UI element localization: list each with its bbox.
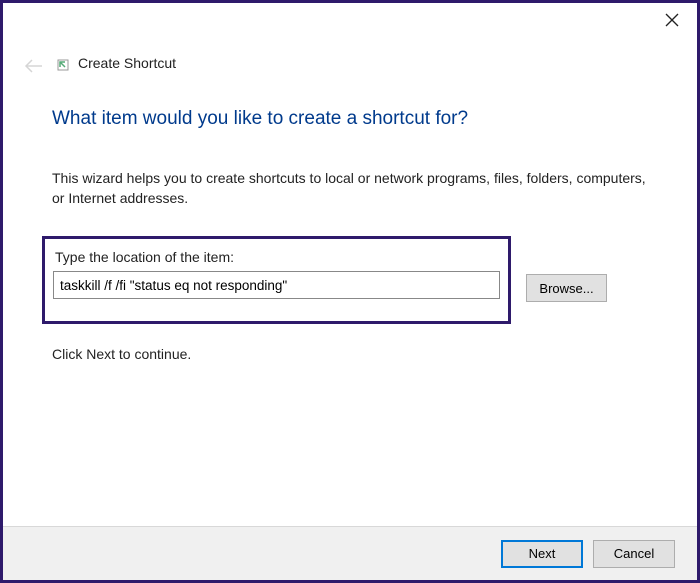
cancel-button[interactable]: Cancel [593,540,675,568]
back-arrow-icon [24,60,44,77]
close-button[interactable] [662,12,682,32]
window-title: Create Shortcut [78,55,176,71]
location-input[interactable] [53,271,500,299]
back-button [24,59,44,78]
continue-instruction: Click Next to continue. [52,346,191,362]
browse-button[interactable]: Browse... [526,274,607,302]
page-heading: What item would you like to create a sho… [52,108,468,130]
shortcut-icon [56,58,70,72]
location-highlight-box: Type the location of the item: [42,236,511,324]
dialog-footer: Next Cancel [3,526,697,580]
next-button[interactable]: Next [501,540,583,568]
location-label: Type the location of the item: [53,249,500,265]
wizard-description: This wizard helps you to create shortcut… [52,168,648,209]
close-icon [665,13,679,32]
